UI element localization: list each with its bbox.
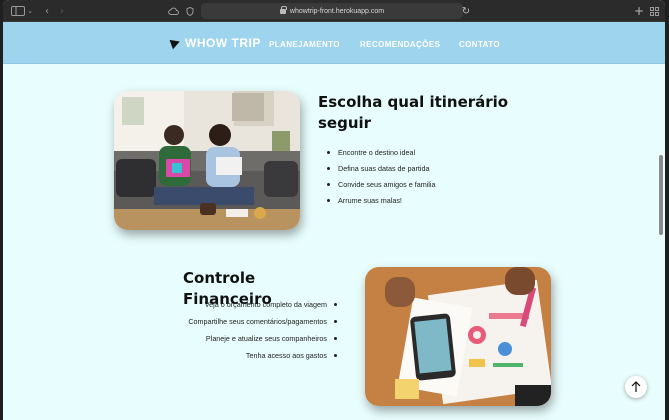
shield-icon[interactable] [184,3,196,19]
section1-list: Encontre o destino ideal Defina suas dat… [328,144,435,208]
finance-desk-photo [365,267,551,406]
list-item: Arrume suas malas! [328,192,435,208]
address-bar[interactable]: whowtrip-front.herokuapp.com [201,3,463,19]
section2-list: Veja o orçamento completo da viagem Comp… [188,296,337,364]
arrow-up-icon [631,381,641,392]
section1-title: Escolha qual itinerário seguir [318,93,509,132]
tab-overview-icon[interactable] [648,3,660,19]
nav-link-contato[interactable]: CONTATO [459,40,500,49]
friends-couch-photo [114,91,300,230]
sidebar-toggle-icon[interactable]: ⌄ [11,3,33,19]
logo-plane-icon [169,36,182,50]
list-item: Planeje e atualize seus companheiros [188,330,337,347]
forward-icon[interactable]: › [56,3,68,19]
list-item: Convide seus amigos e familia [328,176,435,192]
list-item: Veja o orçamento completo da viagem [188,296,337,313]
new-tab-icon[interactable]: + [633,3,645,19]
lock-icon [279,6,287,14]
nav-link-planejamento[interactable]: PLANEJAMENTO [269,40,340,49]
list-item: Tenha acesso aos gastos [188,347,337,364]
back-icon[interactable]: ‹ [41,3,53,19]
logo[interactable]: WHOW TRIP [169,36,261,50]
browser-window: ⌄ ‹ › whowtrip-front.herokuapp.com ↻ + W… [3,0,665,420]
back-to-top-button[interactable] [625,376,647,398]
logo-text: WHOW TRIP [185,36,261,50]
cloud-icon[interactable] [167,3,179,19]
site-navbar: WHOW TRIP PLANEJAMENTO RECOMENDAÇÕES CON… [3,22,665,64]
browser-toolbar: ⌄ ‹ › whowtrip-front.herokuapp.com ↻ + [3,0,665,22]
url-text: whowtrip-front.herokuapp.com [289,7,385,15]
list-item: Encontre o destino ideal [328,144,435,160]
nav-link-recomendacoes[interactable]: RECOMENDAÇÕES [360,40,440,49]
list-item: Defina suas datas de partida [328,160,435,176]
scrollbar[interactable] [659,155,663,235]
list-item: Compartilhe seus comentários/pagamentos [188,313,337,330]
reload-icon[interactable]: ↻ [459,3,473,19]
